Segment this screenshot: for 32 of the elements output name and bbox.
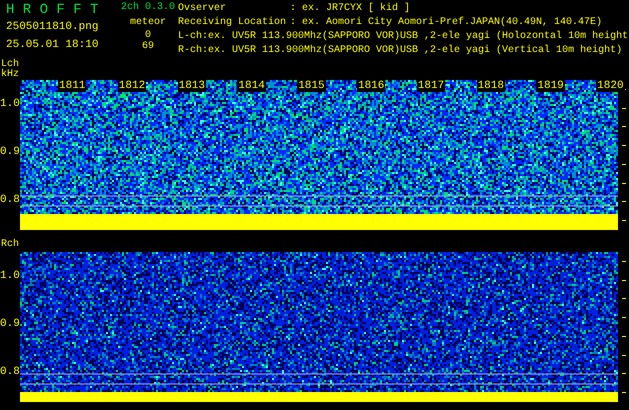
time-label: 1818	[476, 80, 505, 92]
meteor-label: meteor	[128, 16, 167, 30]
meteor-count: 69	[140, 41, 155, 52]
app-name: H R O F F T	[6, 1, 98, 20]
axis-tick-label: 1.0	[0, 98, 20, 110]
meteor-count: 0	[144, 30, 152, 41]
time-label: 1814	[237, 80, 266, 92]
channel-info: R-ch:ex. UV5R 113.900Mhz(SAPPORO VOR)USB ,2-ele yagi (Vertical 10m height)	[178, 44, 624, 58]
time-label: 1817	[416, 80, 446, 92]
axis-tick-label: 0.9	[0, 146, 20, 158]
date-time: 25.05.01 18:10	[6, 38, 100, 52]
field-value: : ex. JR7CYX [ kid ]	[290, 3, 410, 14]
time-label: 1811	[58, 80, 86, 92]
app-version: 2ch 0.3.0	[120, 0, 176, 15]
channel-info: L-ch:ex. UV5R 113.900Mhz(SAPPORO VOR)USB ,2-ele yagi (Holozontal 10m height	[178, 30, 629, 44]
file-name: 2505011810.png	[6, 20, 100, 34]
time-label: 1819	[536, 80, 565, 92]
time-label: 1813	[178, 80, 206, 92]
field-label: Receiving Location	[178, 16, 288, 30]
axis-tick-label: 0.8	[0, 366, 20, 378]
axis-tick-label: 1.0	[0, 270, 20, 282]
time-label: 1815	[297, 80, 326, 92]
time-label: 1820	[596, 80, 625, 92]
axis-tick-label: 0.8	[0, 194, 20, 206]
axis-tick-label: 0.9	[0, 318, 20, 330]
time-label: 1812	[118, 80, 146, 92]
time-label: 1816	[356, 80, 386, 92]
channel-label: Rch	[1, 240, 20, 250]
field-value: : ex. Aomori City Aomori-Pref.JAPAN(40.49N, 140.47E)	[290, 17, 602, 28]
field-label: Ovserver	[178, 2, 228, 16]
channel-label: Lch	[1, 60, 20, 70]
unit-label: kHz	[1, 70, 20, 80]
